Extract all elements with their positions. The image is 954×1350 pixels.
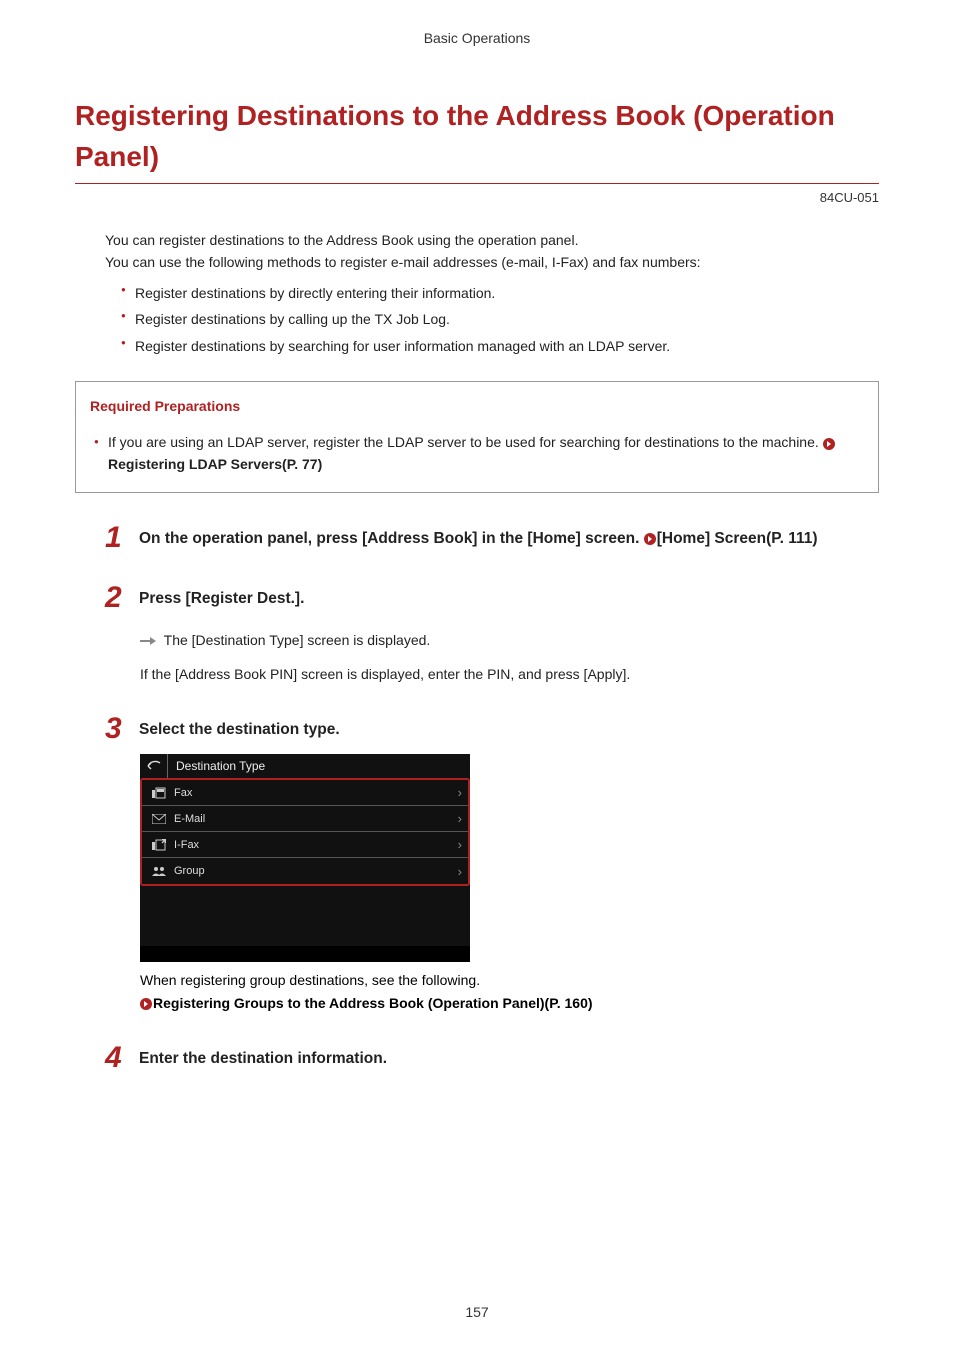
step-number: 4 [105, 1043, 127, 1073]
screenshot-empty-area [140, 886, 470, 946]
intro-block: You can register destinations to the Add… [75, 230, 879, 359]
link-arrow-icon [823, 438, 835, 450]
dest-type-fax[interactable]: Fax › [142, 780, 468, 806]
chevron-right-icon: › [458, 785, 462, 800]
step-1: 1 On the operation panel, press [Address… [75, 523, 879, 553]
chevron-right-icon: › [458, 811, 462, 826]
email-icon [150, 814, 168, 824]
step-2: 2 Press [Register Dest.]. [75, 583, 879, 613]
dest-type-label: I-Fax [168, 839, 458, 851]
required-preparations-heading: Required Preparations [90, 398, 864, 414]
step-2-content: The [Destination Type] screen is display… [75, 631, 879, 685]
intro-bullet: Register destinations by directly enteri… [121, 280, 879, 307]
group-icon [150, 866, 168, 876]
back-icon[interactable] [140, 754, 168, 778]
running-header: Basic Operations [75, 30, 879, 46]
step-2-line-1: The [Destination Type] screen is display… [164, 632, 431, 648]
dest-type-email[interactable]: E-Mail › [142, 806, 468, 832]
chevron-right-icon: › [458, 864, 462, 879]
intro-line-2: You can use the following methods to reg… [105, 252, 879, 274]
intro-bullet: Register destinations by calling up the … [121, 306, 879, 333]
intro-bullets: Register destinations by directly enteri… [105, 280, 879, 360]
step-2-heading: Press [Register Dest.]. [139, 587, 879, 611]
step-number: 1 [105, 523, 127, 553]
step-3-heading: Select the destination type. [139, 718, 879, 742]
step-4-heading: Enter the destination information. [139, 1047, 879, 1071]
prep-item-text: If you are using an LDAP server, registe… [108, 434, 823, 450]
step-2-line-2: If the [Address Book PIN] screen is disp… [140, 665, 879, 685]
step-number: 3 [105, 714, 127, 744]
dest-type-ifax[interactable]: I-Fax › [142, 832, 468, 858]
screenshot-footer-bar [140, 946, 470, 962]
screenshot-title: Destination Type [168, 759, 265, 773]
page-number: 157 [0, 1304, 954, 1320]
step-1-heading: On the operation panel, press [Address B… [139, 527, 879, 551]
fax-icon [150, 787, 168, 799]
dest-type-label: Group [168, 865, 458, 877]
step-3: 3 Select the destination type. [75, 714, 879, 744]
destination-type-screenshot: Destination Type Fax › E-Mail › [140, 754, 470, 962]
step-3-caption: When registering group destinations, see… [75, 970, 879, 1013]
result-arrow-icon [140, 631, 156, 651]
step-1-link[interactable]: [Home] Screen(P. 111) [657, 530, 818, 547]
required-preparations-box: Required Preparations If you are using a… [75, 381, 879, 492]
step-1-text: On the operation panel, press [Address B… [139, 530, 644, 547]
ifax-icon [150, 839, 168, 851]
dest-type-group[interactable]: Group › [142, 858, 468, 884]
screenshot-highlighted-list: Fax › E-Mail › I-Fax › [140, 778, 470, 886]
prep-link[interactable]: Registering LDAP Servers(P. 77) [108, 456, 322, 472]
prep-item: If you are using an LDAP server, registe… [94, 432, 864, 475]
step-4: 4 Enter the destination information. [75, 1043, 879, 1073]
step-number: 2 [105, 583, 127, 613]
link-arrow-icon [140, 998, 152, 1010]
dest-type-label: Fax [168, 787, 458, 799]
intro-bullet: Register destinations by searching for u… [121, 333, 879, 360]
step-3-caption-link[interactable]: Registering Groups to the Address Book (… [153, 995, 593, 1011]
intro-line-1: You can register destinations to the Add… [105, 230, 879, 252]
document-code: 84CU-051 [75, 190, 879, 205]
dest-type-label: E-Mail [168, 813, 458, 825]
link-arrow-icon [644, 533, 656, 545]
step-3-caption-text: When registering group destinations, see… [140, 970, 879, 990]
page-title: Registering Destinations to the Address … [75, 96, 879, 184]
chevron-right-icon: › [458, 837, 462, 852]
